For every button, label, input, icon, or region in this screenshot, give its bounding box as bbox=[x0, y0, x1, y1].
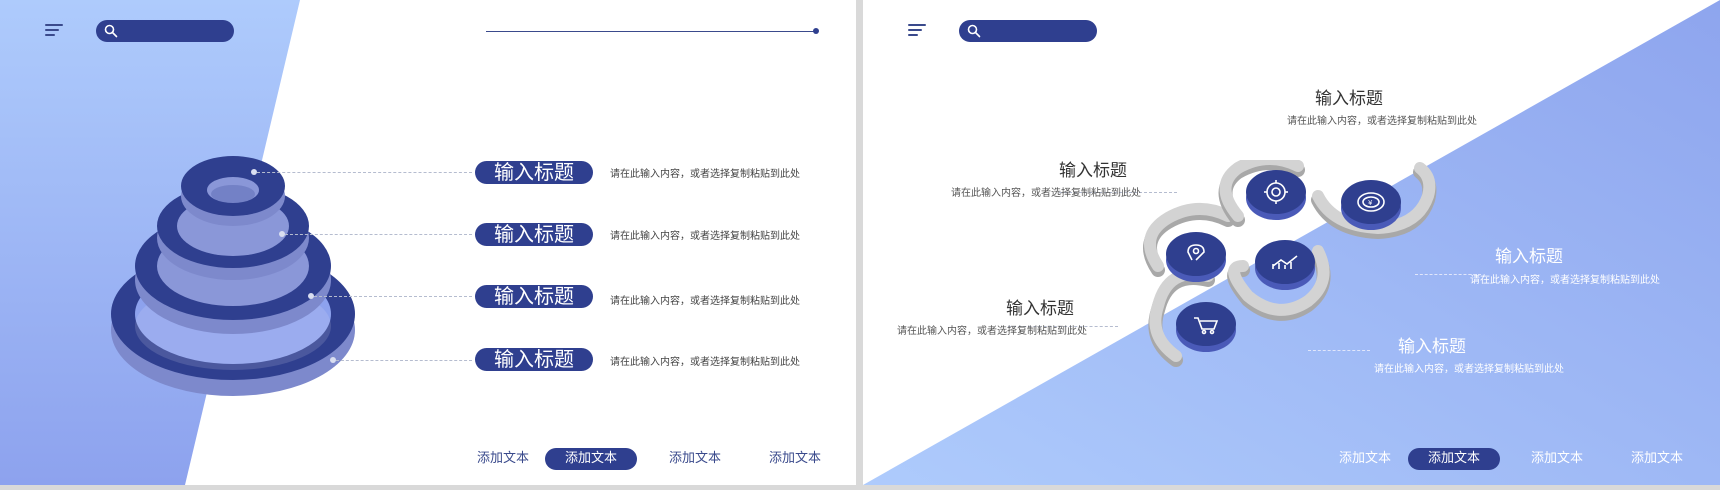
nav-item[interactable]: 添加文本 bbox=[1628, 448, 1686, 470]
menu-icon[interactable] bbox=[45, 24, 65, 38]
slide-left: 输入标题 请在此输入内容，或者选择复制粘贴到此处 输入标题 请在此输入内容，或者… bbox=[0, 0, 856, 485]
search-icon bbox=[967, 24, 981, 38]
leader-line bbox=[336, 360, 472, 361]
item-title-pill[interactable]: 输入标题 bbox=[475, 348, 593, 371]
search-bar[interactable] bbox=[959, 20, 1097, 42]
item-title-pill[interactable]: 输入标题 bbox=[475, 223, 593, 246]
svg-text:¥: ¥ bbox=[1368, 199, 1373, 207]
leader-line bbox=[285, 234, 472, 235]
nav-item[interactable]: 添加文本 bbox=[1336, 448, 1394, 470]
item-title: 输入标题 bbox=[1495, 247, 1563, 267]
item-title-pill[interactable]: 输入标题 bbox=[475, 161, 593, 184]
nav-item-active[interactable]: 添加文本 bbox=[1408, 448, 1500, 470]
item-title-pill[interactable]: 输入标题 bbox=[475, 285, 593, 308]
nav-item[interactable]: 添加文本 bbox=[474, 448, 532, 470]
menu-icon[interactable] bbox=[908, 24, 928, 38]
item-description: 请在此输入内容，或者选择复制粘贴到此处 bbox=[610, 231, 800, 242]
stacked-rings-illustration bbox=[111, 156, 355, 396]
search-icon bbox=[104, 24, 118, 38]
nav-item[interactable]: 添加文本 bbox=[666, 448, 724, 470]
nav-item[interactable]: 添加文本 bbox=[1528, 448, 1586, 470]
item-description: 请在此输入内容，或者选择复制粘贴到此处 bbox=[951, 188, 1141, 199]
item-description: 请在此输入内容，或者选择复制粘贴到此处 bbox=[610, 357, 800, 368]
item-description: 请在此输入内容，或者选择复制粘贴到此处 bbox=[897, 326, 1087, 337]
item-description: 请在此输入内容，或者选择复制粘贴到此处 bbox=[1287, 116, 1477, 127]
slide-right: ¥ 输入标题 请在此输入内容，或者选择复制粘贴到此处 输入标题 请在此输入内容，… bbox=[863, 0, 1720, 485]
leader-line bbox=[314, 296, 472, 297]
item-description: 请在此输入内容，或者选择复制粘贴到此处 bbox=[1374, 364, 1564, 375]
nav-item-active[interactable]: 添加文本 bbox=[545, 448, 637, 470]
item-title: 输入标题 bbox=[1398, 337, 1466, 357]
item-title: 输入标题 bbox=[1006, 299, 1074, 319]
nav-item[interactable]: 添加文本 bbox=[766, 448, 824, 470]
timeline-dot bbox=[813, 28, 819, 34]
item-title: 输入标题 bbox=[1059, 161, 1127, 181]
leader-line bbox=[257, 172, 472, 173]
search-bar[interactable] bbox=[96, 20, 234, 42]
leader-line bbox=[1308, 350, 1370, 351]
item-description: 请在此输入内容，或者选择复制粘贴到此处 bbox=[1470, 275, 1660, 286]
item-title: 输入标题 bbox=[1315, 89, 1383, 109]
item-description: 请在此输入内容，或者选择复制粘贴到此处 bbox=[610, 296, 800, 307]
item-description: 请在此输入内容，或者选择复制粘贴到此处 bbox=[610, 169, 800, 180]
timeline-line bbox=[486, 31, 816, 32]
